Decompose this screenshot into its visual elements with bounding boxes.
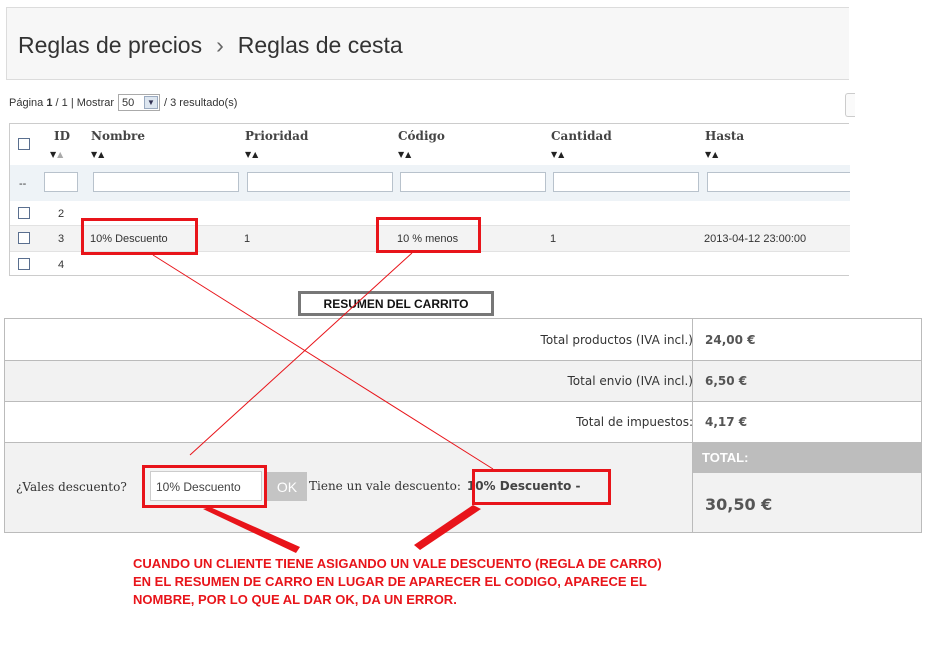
annotation-line: EN EL RESUMEN DE CARRO EN LUGAR DE APARE… bbox=[133, 574, 647, 589]
cell-prioridad: 1 bbox=[244, 233, 251, 245]
page-header: Reglas de precios › Reglas de cesta bbox=[6, 7, 849, 80]
row-checkbox[interactable] bbox=[18, 258, 30, 270]
filter-nombre-input[interactable] bbox=[93, 172, 239, 192]
column-header-hasta[interactable]: Hasta bbox=[705, 129, 744, 143]
chevron-down-icon: ▼ bbox=[144, 96, 159, 109]
filter-hasta-input[interactable] bbox=[707, 172, 850, 192]
applied-voucher-label: Tiene un vale descuento: bbox=[309, 479, 461, 493]
summary-row: Total envio (IVA incl.) 6,50 € bbox=[5, 361, 921, 401]
column-header-nombre[interactable]: Nombre bbox=[91, 129, 145, 143]
column-header-codigo[interactable]: Código bbox=[398, 129, 445, 143]
row-checkbox[interactable] bbox=[18, 232, 30, 244]
cell-hasta: 2013-04-12 23:00:00 bbox=[704, 233, 807, 245]
annotation-line: NOMBRE, POR LO QUE AL DAR OK, DA UN ERRO… bbox=[133, 592, 457, 607]
select-all-checkbox[interactable] bbox=[18, 138, 30, 150]
summary-label: Total de impuestos: bbox=[576, 415, 693, 429]
breadcrumb-parent[interactable]: Reglas de precios bbox=[18, 32, 202, 58]
column-header-prioridad[interactable]: Prioridad bbox=[245, 129, 308, 143]
table-row[interactable]: 4 bbox=[10, 252, 850, 277]
sort-arrows-icon[interactable]: ▼▲ bbox=[91, 150, 105, 159]
annotation-line: CUANDO UN CLIENTE TIENE ASIGANDO UN VALE… bbox=[133, 556, 662, 571]
cell-id: 4 bbox=[58, 259, 65, 271]
annotation-box-voucher-input bbox=[142, 465, 267, 508]
per-page-select[interactable]: 50 ▼ bbox=[118, 94, 161, 111]
ok-button[interactable]: OK bbox=[267, 472, 307, 501]
filter-cantidad-input[interactable] bbox=[553, 172, 699, 192]
row-checkbox[interactable] bbox=[18, 207, 30, 219]
column-header-id[interactable]: ID bbox=[54, 129, 70, 143]
annotation-box-codigo bbox=[376, 217, 481, 253]
sort-arrows-icon[interactable]: ▼▲ bbox=[50, 150, 64, 159]
filter-button[interactable] bbox=[845, 93, 855, 117]
cell-id: 2 bbox=[58, 208, 65, 220]
current-page: 1 bbox=[46, 96, 53, 109]
column-header-cantidad[interactable]: Cantidad bbox=[551, 129, 612, 143]
breadcrumb-separator-icon: › bbox=[216, 32, 224, 58]
sort-arrows-icon[interactable]: ▼▲ bbox=[398, 150, 412, 159]
table-header: ID Nombre Prioridad Código Cantidad Hast… bbox=[10, 124, 850, 165]
annotation-box-applied-voucher bbox=[472, 469, 611, 505]
breadcrumb-current: Reglas de cesta bbox=[237, 32, 403, 58]
total-value: 30,50 € bbox=[705, 495, 773, 514]
filter-codigo-input[interactable] bbox=[400, 172, 546, 192]
summary-label: Total envio (IVA incl.) bbox=[567, 374, 693, 388]
sort-arrows-icon[interactable]: ▼▲ bbox=[245, 150, 259, 159]
sort-arrows-icon[interactable]: ▼▲ bbox=[705, 150, 719, 159]
filter-id-input[interactable] bbox=[44, 172, 78, 192]
per-page-value: 50 bbox=[122, 96, 135, 109]
pagination-bar: Página 1 / 1 | Mostrar 50 ▼ / 3 resultado… bbox=[9, 94, 237, 111]
summary-label: Total productos (IVA incl.) bbox=[540, 333, 693, 347]
summary-value: 6,50 € bbox=[705, 374, 748, 388]
cell-cantidad: 1 bbox=[550, 233, 557, 245]
annotation-box-nombre bbox=[81, 218, 198, 255]
summary-value: 24,00 € bbox=[705, 333, 756, 347]
cell-id: 3 bbox=[58, 233, 65, 245]
results-count: / 3 resultado(s) bbox=[164, 96, 238, 109]
voucher-label: ¿Vales descuento? bbox=[16, 480, 127, 494]
total-pages: / 1 bbox=[55, 96, 68, 109]
summary-row: Total productos (IVA incl.) 24,00 € bbox=[5, 319, 921, 360]
annotation-note: CUANDO UN CLIENTE TIENE ASIGANDO UN VALE… bbox=[133, 555, 773, 609]
cart-summary-title: RESUMEN DEL CARRITO bbox=[298, 291, 494, 316]
filter-dash: -- bbox=[19, 178, 27, 190]
filter-prioridad-input[interactable] bbox=[247, 172, 393, 192]
summary-value: 4,17 € bbox=[705, 415, 748, 429]
page-label: Página bbox=[9, 96, 44, 109]
total-label: TOTAL: bbox=[693, 442, 921, 473]
sort-arrows-icon[interactable]: ▼▲ bbox=[551, 150, 565, 159]
show-label: | Mostrar bbox=[70, 96, 115, 109]
summary-row: Total de impuestos: 4,17 € bbox=[5, 402, 921, 442]
breadcrumb: Reglas de precios › Reglas de cesta bbox=[18, 32, 403, 59]
